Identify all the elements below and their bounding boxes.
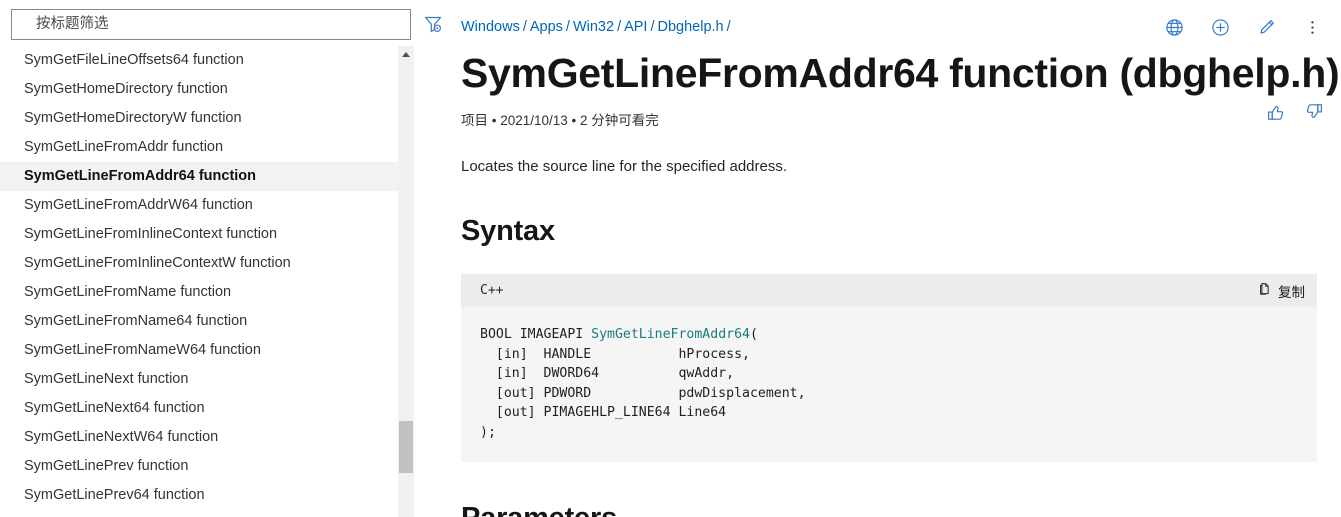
copy-code-button[interactable]: 复制 bbox=[1257, 281, 1305, 301]
copy-code-label: 复制 bbox=[1278, 284, 1305, 300]
article-lede: Locates the source line for the specifie… bbox=[461, 158, 788, 176]
code-line1-prefix: BOOL IMAGEAPI bbox=[480, 327, 592, 343]
breadcrumb-item-windows[interactable]: Windows bbox=[461, 19, 520, 35]
sidebar: SymGetFileLineOffsets64 function SymGetH… bbox=[0, 0, 450, 517]
sidebar-scrollbar[interactable] bbox=[398, 46, 414, 517]
code-block: C++ 复制 BOOL IMAGEAPI SymGetLineFromAddr6… bbox=[461, 274, 1317, 463]
list-item[interactable]: SymGetLineFromInlineContext function bbox=[0, 220, 400, 249]
list-item[interactable]: SymGetLinePrev64 function bbox=[0, 481, 400, 510]
list-item[interactable]: SymGetLineFromAddrW64 function bbox=[0, 191, 400, 220]
thumbs-up-icon[interactable] bbox=[1265, 101, 1287, 123]
list-item[interactable]: SymGetLineNextW64 function bbox=[0, 423, 400, 452]
scrollbar-thumb[interactable] bbox=[399, 421, 413, 473]
globe-icon[interactable] bbox=[1163, 16, 1185, 38]
breadcrumb-separator: / bbox=[565, 19, 570, 35]
scroll-up-arrow-icon[interactable] bbox=[398, 46, 414, 63]
main-content: Windows/Apps/Win32/API/Dbghelp.h/ bbox=[450, 0, 1341, 517]
list-item[interactable]: SymGetLineNext64 function bbox=[0, 394, 400, 423]
article-meta-text: 项目 • 2021/10/13 • 2 分钟可看完 bbox=[461, 113, 659, 129]
filter-row bbox=[0, 0, 450, 46]
syntax-heading: Syntax bbox=[461, 215, 555, 248]
breadcrumb-item-win32[interactable]: Win32 bbox=[573, 19, 614, 35]
breadcrumb-separator: / bbox=[650, 19, 655, 35]
code-body: BOOL IMAGEAPI SymGetLineFromAddr64( [in]… bbox=[461, 307, 1317, 462]
feedback-buttons bbox=[1265, 101, 1325, 123]
top-bar: Windows / Apps / Win32/API / Dbghelp.h / bbox=[461, 0, 1341, 46]
breadcrumb-separator: / bbox=[726, 19, 731, 35]
list-item[interactable]: SymGetLineFromInlineContextW function bbox=[0, 249, 400, 278]
breadcrumb-item-dbghelp[interactable]: Dbghelp.h bbox=[658, 19, 724, 35]
list-item[interactable]: SymGetLineNext function bbox=[0, 365, 400, 394]
code-function-name: SymGetLineFromAddr64 bbox=[591, 327, 750, 343]
breadcrumb-separator: / bbox=[617, 19, 622, 35]
sidebar-list-area: SymGetFileLineOffsets64 function SymGetH… bbox=[0, 46, 450, 517]
docs-page: SymGetFileLineOffsets64 function SymGetH… bbox=[0, 0, 1341, 517]
breadcrumb-item-api[interactable]: API bbox=[624, 19, 647, 35]
page-title: SymGetLineFromAddr64 function (dbghelp.h… bbox=[461, 50, 1340, 96]
list-item[interactable]: SymGetLineFromAddr function bbox=[0, 133, 400, 162]
code-language-label: C++ bbox=[480, 283, 504, 299]
list-item[interactable]: SymGetFileLineOffsets64 function bbox=[0, 46, 400, 75]
copy-icon bbox=[1257, 282, 1272, 300]
pencil-icon[interactable] bbox=[1255, 16, 1277, 38]
list-item[interactable]: SymGetLinePrev function bbox=[0, 452, 400, 481]
code-block-header: C++ 复制 bbox=[461, 274, 1317, 308]
more-vertical-icon[interactable] bbox=[1301, 16, 1323, 38]
filter-settings-icon[interactable] bbox=[419, 10, 447, 38]
top-actions bbox=[1163, 16, 1341, 38]
code-rest: [in] HANDLE hProcess, [in] DWORD64 qwAdd… bbox=[480, 346, 806, 440]
breadcrumb: Windows / Apps / Win32/API / Dbghelp.h / bbox=[461, 19, 1163, 35]
list-item[interactable]: SymGetLineFromName function bbox=[0, 278, 400, 307]
breadcrumb-item-apps[interactable]: Apps bbox=[530, 19, 563, 35]
breadcrumb-separator: / bbox=[522, 19, 527, 35]
parameters-heading: Parameters bbox=[461, 502, 1341, 517]
filter-titles-input[interactable] bbox=[12, 9, 410, 39]
list-item[interactable]: SymGetLineFromName64 function bbox=[0, 307, 400, 336]
code-line1-suffix: ( bbox=[749, 327, 758, 343]
filter-input-wrap[interactable] bbox=[11, 8, 411, 40]
list-item-selected[interactable]: SymGetLineFromAddr64 function bbox=[0, 162, 400, 191]
sidebar-list: SymGetFileLineOffsets64 function SymGetH… bbox=[0, 46, 400, 510]
list-item[interactable]: SymGetHomeDirectoryW function bbox=[0, 104, 400, 133]
title-row: SymGetLineFromAddr64 function (dbghelp.h… bbox=[461, 50, 1341, 129]
panel-divider bbox=[414, 0, 415, 517]
plus-circle-icon[interactable] bbox=[1209, 16, 1231, 38]
thumbs-down-icon[interactable] bbox=[1303, 101, 1325, 123]
list-item[interactable]: SymGetHomeDirectory function bbox=[0, 75, 400, 104]
article-meta: 项目 • 2021/10/13 • 2 分钟可看完 bbox=[461, 109, 1291, 129]
list-item[interactable]: SymGetLineFromNameW64 function bbox=[0, 336, 400, 365]
